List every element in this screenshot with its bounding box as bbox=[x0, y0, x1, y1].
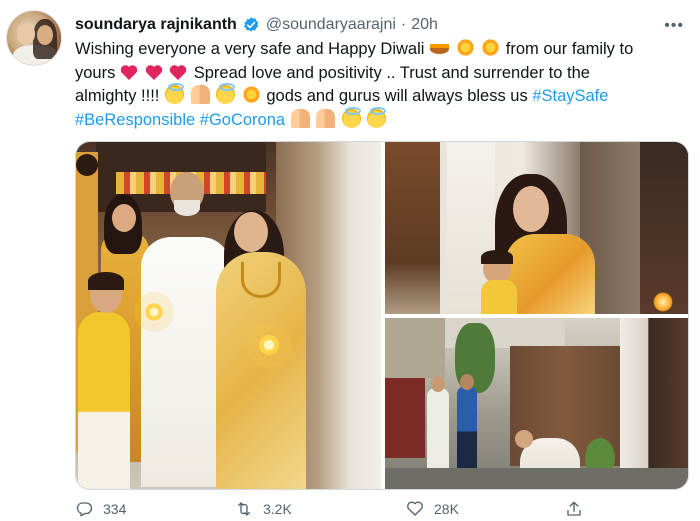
verified-badge-icon bbox=[243, 17, 259, 32]
sparkle-star-icon bbox=[241, 85, 261, 104]
retweet-icon bbox=[238, 502, 250, 516]
reply-action[interactable]: 334 bbox=[75, 498, 126, 520]
red-heart-icon bbox=[145, 64, 162, 80]
share-action[interactable] bbox=[565, 498, 593, 520]
folded-hands-icon bbox=[190, 85, 210, 104]
text-segment: Spread love and positivity .. Trust and … bbox=[193, 63, 590, 82]
author-display-name[interactable]: soundarya rajnikanth bbox=[75, 16, 237, 34]
smiling-face-with-halo-icon bbox=[367, 106, 387, 128]
tweet-actions: 334 3.2K 28K bbox=[75, 498, 685, 520]
reply-icon bbox=[76, 502, 93, 517]
header-separator: · bbox=[400, 16, 407, 33]
tweet-text: Wishing everyone a very safe and Happy D… bbox=[75, 38, 695, 132]
red-heart-icon bbox=[120, 64, 138, 80]
diya-lamp-icon bbox=[430, 44, 450, 54]
photo-family-diwali[interactable] bbox=[76, 142, 381, 489]
author-handle[interactable]: @soundaryaarajni bbox=[266, 16, 396, 34]
folded-hands-icon bbox=[316, 108, 336, 128]
retweet-action[interactable]: 3.2K bbox=[235, 498, 292, 520]
text-segment: yours bbox=[75, 63, 116, 82]
text-segment: from our family to bbox=[505, 40, 634, 58]
like-action[interactable]: 28K bbox=[406, 498, 459, 520]
smiling-face-with-halo-icon bbox=[164, 83, 184, 104]
photo-mother-and-son[interactable] bbox=[385, 142, 688, 314]
retweet-count: 3.2K bbox=[263, 501, 292, 517]
tweet-header: soundarya rajnikanth @soundaryaarajni · … bbox=[75, 13, 690, 37]
smiling-face-with-halo-icon bbox=[216, 83, 236, 104]
hashtag-link[interactable]: #GoCorona bbox=[200, 111, 285, 129]
text-segment: gods and gurus will always bless us bbox=[266, 87, 533, 105]
smiling-face-with-halo-icon bbox=[341, 106, 361, 128]
folded-hands-icon bbox=[290, 108, 310, 128]
tweet-timestamp[interactable]: 20h bbox=[411, 16, 438, 34]
hashtag-link[interactable]: #StaySafe bbox=[532, 87, 608, 105]
author-avatar[interactable] bbox=[6, 10, 62, 66]
heart-icon bbox=[407, 501, 423, 516]
like-count: 28K bbox=[434, 501, 459, 517]
photo-garden-bow[interactable] bbox=[385, 318, 688, 489]
tweet[interactable]: soundarya rajnikanth @soundaryaarajni · … bbox=[0, 0, 700, 521]
reply-count: 334 bbox=[103, 501, 127, 517]
media-grid bbox=[75, 141, 689, 490]
text-segment: Wishing everyone a very safe and Happy D… bbox=[75, 40, 425, 58]
share-icon bbox=[567, 501, 581, 516]
more-options-icon[interactable]: ••• bbox=[664, 17, 684, 35]
red-heart-icon bbox=[169, 64, 187, 80]
hashtag-link[interactable]: #BeResponsible bbox=[75, 111, 195, 129]
sparkle-star-icon bbox=[481, 38, 501, 57]
text-segment: almighty !!!! bbox=[75, 87, 160, 105]
sparkles-icon bbox=[455, 38, 475, 57]
